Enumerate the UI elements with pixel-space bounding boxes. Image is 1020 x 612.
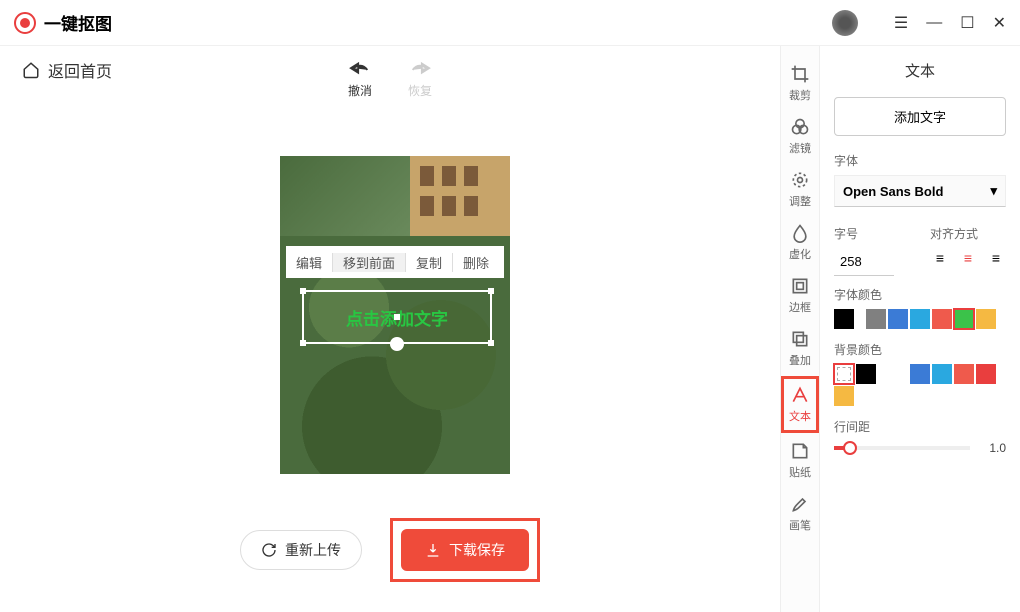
redo-button: 恢复 xyxy=(408,60,432,99)
bg-color-swatch[interactable] xyxy=(834,364,854,384)
context-menu: 编辑 移到前面 复制 删除 xyxy=(286,246,504,278)
bg-color-label: 背景颜色 xyxy=(834,341,1006,358)
maximize-button[interactable]: ☐ xyxy=(960,13,974,33)
filter-icon xyxy=(790,117,810,137)
rail-filter[interactable]: 滤镜 xyxy=(781,111,819,162)
rail-sticker[interactable]: 贴纸 xyxy=(781,435,819,486)
size-label: 字号 xyxy=(834,225,920,242)
font-color-swatches xyxy=(834,309,1006,329)
align-center[interactable]: ≡ xyxy=(958,248,978,268)
context-edit[interactable]: 编辑 xyxy=(286,253,333,272)
bg-color-swatch[interactable] xyxy=(834,386,854,406)
properties-panel: 文本 添加文字 字体 Open Sans Bold ▾ 字号 对齐方式 ≡ ≡ … xyxy=(820,46,1020,612)
font-color-label: 字体颜色 xyxy=(834,286,1006,303)
rotate-handle[interactable] xyxy=(390,337,404,351)
font-color-swatch[interactable] xyxy=(866,309,886,329)
bg-color-swatch[interactable] xyxy=(856,364,876,384)
bg-color-swatch[interactable] xyxy=(878,364,898,384)
font-size-input[interactable] xyxy=(834,248,894,276)
blur-icon xyxy=(790,223,810,243)
slider-thumb[interactable] xyxy=(843,441,857,455)
reupload-button[interactable]: 重新上传 xyxy=(240,530,362,570)
font-color-swatch[interactable] xyxy=(976,309,996,329)
rail-text[interactable]: 文本 xyxy=(781,376,819,433)
context-copy[interactable]: 复制 xyxy=(406,253,453,272)
rail-blur[interactable]: 虚化 xyxy=(781,217,819,268)
font-select[interactable]: Open Sans Bold ▾ xyxy=(834,175,1006,207)
context-bring-front[interactable]: 移到前面 xyxy=(333,253,406,272)
bg-color-swatches xyxy=(834,364,1006,406)
align-label: 对齐方式 xyxy=(930,225,1006,242)
rail-adjust[interactable]: 调整 xyxy=(781,164,819,215)
logo-icon xyxy=(14,12,36,34)
bg-color-swatch[interactable] xyxy=(954,364,974,384)
crop-icon xyxy=(790,64,810,84)
bg-color-swatch[interactable] xyxy=(910,364,930,384)
font-color-swatch[interactable] xyxy=(954,309,974,329)
overlay-icon xyxy=(790,329,810,349)
sticker-icon xyxy=(790,441,810,461)
font-label: 字体 xyxy=(834,152,1006,169)
adjust-icon xyxy=(790,170,810,190)
chevron-down-icon: ▾ xyxy=(990,183,997,199)
rail-border[interactable]: 边框 xyxy=(781,270,819,321)
align-right[interactable]: ≡ xyxy=(986,248,1006,268)
align-left[interactable]: ≡ xyxy=(930,248,950,268)
minimize-button[interactable]: ― xyxy=(926,14,942,32)
add-text-button[interactable]: 添加文字 xyxy=(834,97,1006,136)
spacing-value: 1.0 xyxy=(978,441,1006,455)
download-button[interactable]: 下载保存 xyxy=(401,529,529,571)
font-color-swatch[interactable] xyxy=(932,309,952,329)
rail-brush[interactable]: 画笔 xyxy=(781,488,819,539)
bg-color-swatch[interactable] xyxy=(976,364,996,384)
bg-color-swatch[interactable] xyxy=(932,364,952,384)
text-icon xyxy=(790,385,810,405)
refresh-icon xyxy=(261,542,277,558)
rail-overlay[interactable]: 叠加 xyxy=(781,323,819,374)
font-color-swatch[interactable] xyxy=(910,309,930,329)
text-placeholder: 点击添加文字 xyxy=(346,305,448,330)
app-logo: 一键抠图 xyxy=(14,10,112,35)
brush-icon xyxy=(790,494,810,514)
font-color-swatch[interactable] xyxy=(834,309,854,329)
spacing-label: 行间距 xyxy=(834,418,1006,435)
close-button[interactable]: ✕ xyxy=(993,13,1006,33)
canvas-image[interactable]: 编辑 移到前面 复制 删除 点击添加文字 xyxy=(280,156,510,474)
download-highlight: 下载保存 xyxy=(390,518,540,582)
menu-icon[interactable]: ☰ xyxy=(894,13,908,33)
font-color-swatch[interactable] xyxy=(888,309,908,329)
context-delete[interactable]: 删除 xyxy=(453,253,499,272)
undo-icon xyxy=(349,60,371,78)
app-name: 一键抠图 xyxy=(44,10,112,35)
text-element[interactable]: 点击添加文字 xyxy=(302,290,492,344)
rail-crop[interactable]: 裁剪 xyxy=(781,58,819,109)
avatar[interactable] xyxy=(832,10,858,36)
undo-button[interactable]: 撤消 xyxy=(348,60,372,99)
panel-title: 文本 xyxy=(834,60,1006,81)
download-icon xyxy=(425,542,441,558)
tool-rail: 裁剪 滤镜 调整 虚化 边框 叠加 文本 贴纸 画笔 xyxy=(780,46,820,612)
line-spacing-slider[interactable] xyxy=(834,446,970,450)
border-icon xyxy=(790,276,810,296)
redo-icon xyxy=(409,60,431,78)
